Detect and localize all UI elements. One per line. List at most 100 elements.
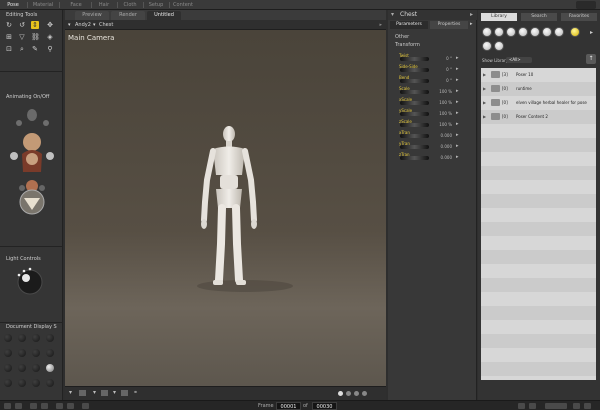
parameter-menu-icon[interactable]: ▸: [456, 55, 459, 61]
parameter-row[interactable]: Bend 0 ° ▸: [388, 75, 477, 84]
3d-scene[interactable]: Main Camera: [65, 30, 386, 396]
room-tab-pose[interactable]: Pose: [0, 0, 26, 10]
parameter-dial[interactable]: [400, 112, 429, 116]
library-folder-row[interactable]: ▶ [0] Poser Content 2: [481, 110, 596, 124]
display-style-ball[interactable]: [18, 334, 26, 342]
previous-keyframe-button[interactable]: [518, 403, 525, 409]
chevron-down-icon[interactable]: ▾: [68, 20, 71, 30]
delete-keyframe-button[interactable]: [584, 403, 591, 409]
light-trackball-icon[interactable]: [15, 267, 45, 297]
parameter-row[interactable]: xScale 100 % ▸: [388, 97, 477, 106]
display-style-ball-selected[interactable]: [46, 364, 54, 372]
hands-category-icon[interactable]: [530, 27, 540, 37]
window-controls[interactable]: [576, 1, 596, 9]
view-dot[interactable]: [362, 391, 367, 396]
tab-library[interactable]: Library: [481, 13, 517, 21]
hair-category-icon[interactable]: [518, 27, 528, 37]
grouping-tool-icon[interactable]: ⊡: [5, 45, 13, 53]
library-up-arrow-icon[interactable]: ↑: [586, 54, 596, 64]
previous-frame-button[interactable]: [15, 403, 22, 409]
scale-tool-icon[interactable]: ⊞: [5, 33, 13, 41]
display-style-ball[interactable]: [32, 379, 40, 387]
group-transform[interactable]: Transform: [395, 42, 420, 48]
go-to-start-button[interactable]: [4, 403, 11, 409]
display-style-ball[interactable]: [32, 364, 40, 372]
parameter-menu-icon[interactable]: ▸: [456, 110, 459, 116]
parameter-menu-icon[interactable]: ▸: [456, 154, 459, 160]
go-to-end-button[interactable]: [67, 403, 74, 409]
display-style-ball[interactable]: [18, 379, 26, 387]
parameter-dial[interactable]: [400, 156, 429, 160]
lights-category-icon[interactable]: [554, 27, 564, 37]
taper-tool-icon[interactable]: ▽: [18, 33, 26, 41]
figure-mannequin[interactable]: [65, 30, 386, 396]
selected-actor-label[interactable]: Chest: [400, 11, 417, 18]
chevron-down-icon[interactable]: ▾: [69, 389, 72, 396]
expand-chevron-icon[interactable]: ▶: [483, 114, 486, 119]
parameter-row[interactable]: Scale 100 % ▸: [388, 86, 477, 95]
chevron-down-icon[interactable]: ▾: [391, 10, 394, 20]
chain-break-tool-icon[interactable]: ⛓: [31, 33, 40, 41]
view-dot[interactable]: [354, 391, 359, 396]
parameter-dial[interactable]: [400, 57, 429, 61]
add-keyframe-button[interactable]: [573, 403, 580, 409]
direct-manipulation-tool-icon[interactable]: ⚲: [46, 45, 54, 53]
props-category-icon[interactable]: [542, 27, 552, 37]
parameter-value[interactable]: 0.000: [432, 133, 452, 138]
parameter-value[interactable]: 100 %: [432, 111, 452, 116]
parameter-dial[interactable]: [400, 101, 429, 105]
parameter-value[interactable]: 0.000: [432, 144, 452, 149]
cameras-category-icon[interactable]: [570, 27, 580, 37]
library-folder-row[interactable]: ▶ [0] elven village herbal healer for pose: [481, 96, 596, 110]
total-frames-field[interactable]: 00030: [312, 402, 337, 410]
parameter-menu-icon[interactable]: ▸: [456, 132, 459, 138]
play-button[interactable]: [41, 403, 48, 409]
parameter-row[interactable]: zScale 100 % ▸: [388, 119, 477, 128]
parameter-row[interactable]: yTran 0.000 ▸: [388, 141, 477, 150]
parameter-row[interactable]: yScale 100 % ▸: [388, 108, 477, 117]
display-style-ball[interactable]: [4, 364, 12, 372]
chevron-down-icon[interactable]: ▾: [93, 20, 96, 30]
rotate-tool-icon[interactable]: ↻: [5, 21, 13, 29]
parameter-menu-icon[interactable]: ▸: [456, 88, 459, 94]
parameter-dial[interactable]: [400, 134, 429, 138]
display-style-ball[interactable]: [4, 334, 12, 342]
edit-keyframes-button[interactable]: [545, 403, 567, 409]
parameter-dial[interactable]: [400, 68, 429, 72]
parameter-value[interactable]: 100 %: [432, 122, 452, 127]
part-menu[interactable]: Chest: [99, 20, 113, 30]
show-library-select[interactable]: <All>: [506, 57, 532, 63]
parameter-row[interactable]: zTran 0.000 ▸: [388, 152, 477, 161]
expand-chevron-icon[interactable]: ▶: [483, 72, 486, 77]
parameter-dial[interactable]: [400, 145, 429, 149]
stop-button[interactable]: [30, 403, 37, 409]
tab-render[interactable]: Render: [111, 11, 145, 20]
element-style-icon[interactable]: [121, 390, 128, 396]
room-tab-hair[interactable]: Hair: [92, 0, 116, 10]
twist-tool-icon[interactable]: ↺: [18, 21, 26, 29]
figure-menu[interactable]: Andy2: [75, 20, 91, 30]
parameter-value[interactable]: 0 °: [432, 67, 452, 72]
parameter-value[interactable]: 0.000: [432, 155, 452, 160]
move-tool-icon[interactable]: ✥: [46, 21, 54, 29]
library-folder-row[interactable]: ▶ [0] runtime: [481, 82, 596, 96]
parameter-menu-icon[interactable]: ▸: [456, 99, 459, 105]
parameter-row[interactable]: Side-Side 0 ° ▸: [388, 64, 477, 73]
view-dot[interactable]: [338, 391, 343, 396]
parameter-menu-icon[interactable]: ▸: [456, 143, 459, 149]
expand-chevron-icon[interactable]: ▶: [483, 86, 486, 91]
more-categories-icon[interactable]: ▸: [590, 29, 593, 36]
display-style-ball[interactable]: [32, 334, 40, 342]
parameter-value[interactable]: 100 %: [432, 100, 452, 105]
scenes-category-icon[interactable]: [494, 41, 504, 51]
tab-untitled[interactable]: Untitled: [147, 11, 181, 20]
display-style-ball[interactable]: [4, 349, 12, 357]
tab-favorites[interactable]: Favorites: [561, 13, 597, 21]
room-tab-content[interactable]: Content: [170, 0, 196, 10]
parameter-value[interactable]: 100 %: [432, 89, 452, 94]
translate-tool-icon[interactable]: ⇕: [31, 21, 39, 29]
view-magnifier-tool-icon[interactable]: ⌕: [18, 45, 26, 53]
loop-button[interactable]: [82, 403, 89, 409]
parameter-menu-icon[interactable]: ▸: [456, 121, 459, 127]
display-style-ball[interactable]: [4, 379, 12, 387]
